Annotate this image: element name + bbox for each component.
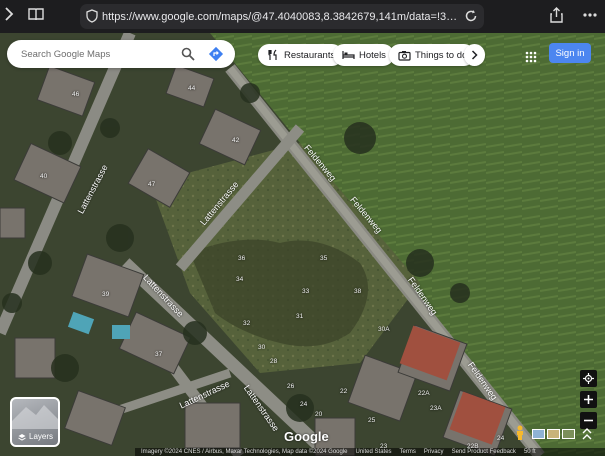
chevron-right-icon <box>471 50 478 60</box>
google-logo: Google <box>284 429 329 444</box>
url-text[interactable]: https://www.google.com/maps/@47.4040083,… <box>102 11 462 23</box>
search-icon[interactable] <box>179 45 197 63</box>
camera-icon <box>397 48 411 62</box>
browser-left-controls <box>4 7 44 21</box>
fork-knife-icon <box>266 48 280 62</box>
house-number: 22 <box>340 388 348 395</box>
layers-thumbnail <box>12 405 58 429</box>
layers-icon <box>18 433 26 441</box>
sign-in-button[interactable]: Sign in <box>549 43 591 63</box>
browser-toolbar: https://www.google.com/maps/@47.4040083,… <box>0 0 605 33</box>
plus-icon <box>584 395 593 404</box>
share-icon[interactable] <box>550 7 563 23</box>
house-number: 37 <box>155 351 163 358</box>
link-privacy[interactable]: Privacy <box>424 449 444 455</box>
map-top-overlay: Search Google Maps Restaurants Hotels Th… <box>0 40 605 74</box>
house-number: 46 <box>72 91 80 98</box>
chip-label: Things to do <box>415 49 468 61</box>
zoom-in-button[interactable] <box>580 391 597 408</box>
link-terms[interactable]: Terms <box>400 449 416 455</box>
house-number: 28 <box>270 358 278 365</box>
reader-book-icon[interactable] <box>28 7 44 21</box>
search-box[interactable]: Search Google Maps <box>7 40 235 68</box>
browser-right-controls <box>550 7 597 23</box>
apps-grid-icon[interactable] <box>522 48 540 66</box>
address-bar[interactable]: https://www.google.com/maps/@47.4040083,… <box>80 4 484 29</box>
imagery-attribution: Imagery ©2024 CNES / Airbus, Maxar Techn… <box>141 449 348 455</box>
satellite-imagery <box>0 33 605 456</box>
map-controls <box>580 370 598 433</box>
link-feedback[interactable]: Send Product Feedback <box>452 449 516 455</box>
bed-icon <box>341 48 355 62</box>
attribution-bar: Imagery ©2024 CNES / Airbus, Maxar Techn… <box>135 448 605 456</box>
crosshair-icon <box>583 373 594 384</box>
house-number: 20 <box>315 411 323 418</box>
thumbnail[interactable] <box>562 429 575 439</box>
zoom-out-button[interactable] <box>580 412 597 429</box>
house-number: 42 <box>232 137 240 144</box>
house-number: 24 <box>497 435 505 442</box>
chip-label: Restaurants <box>284 49 336 61</box>
house-number: 40 <box>40 173 48 180</box>
search-input[interactable]: Search Google Maps <box>21 49 179 60</box>
house-number: 34 <box>236 276 244 283</box>
house-number: 35 <box>320 255 328 262</box>
layers-label: Layers <box>29 432 54 441</box>
house-number: 23A <box>430 405 442 412</box>
satellite-map[interactable]: Lattenstrasse Lattenstrasse Lattenstrass… <box>0 33 605 456</box>
house-number: 30A <box>378 326 390 333</box>
house-number: 22A <box>418 390 430 397</box>
link-country[interactable]: United States <box>356 449 392 455</box>
chip-restaurants[interactable]: Restaurants <box>258 44 344 66</box>
house-number: 36 <box>238 255 246 262</box>
layers-button[interactable]: Layers <box>10 397 60 447</box>
house-number: 25 <box>368 417 376 424</box>
chip-things-to-do[interactable]: Things to do <box>389 44 476 66</box>
house-number: 31 <box>296 313 304 320</box>
my-location-button[interactable] <box>580 370 597 387</box>
expand-chevron-icon[interactable] <box>582 428 594 442</box>
thumbnail[interactable] <box>547 429 560 439</box>
reload-icon[interactable] <box>464 9 478 23</box>
house-number: 30 <box>258 344 266 351</box>
minus-icon <box>584 419 593 422</box>
imagery-thumbnails[interactable] <box>532 429 575 439</box>
more-dots-icon[interactable] <box>583 13 597 17</box>
shield-icon <box>86 9 98 23</box>
forward-arrow-icon[interactable] <box>4 7 14 21</box>
house-number: 24 <box>300 401 308 408</box>
chip-label: Hotels <box>359 49 386 61</box>
chip-hotels[interactable]: Hotels <box>333 44 394 66</box>
pegman-icon[interactable] <box>514 425 526 441</box>
house-number: 32 <box>243 320 251 327</box>
scale-label: 50 ft <box>523 449 536 455</box>
house-number: 38 <box>354 288 362 295</box>
house-number: 47 <box>148 181 156 188</box>
house-number: 44 <box>188 85 196 92</box>
house-number: 26 <box>287 383 295 390</box>
thumbnail[interactable] <box>532 429 545 439</box>
house-number: 33 <box>302 288 310 295</box>
chips-next-button[interactable] <box>464 44 485 66</box>
directions-icon[interactable] <box>207 45 225 63</box>
house-number: 39 <box>102 291 110 298</box>
